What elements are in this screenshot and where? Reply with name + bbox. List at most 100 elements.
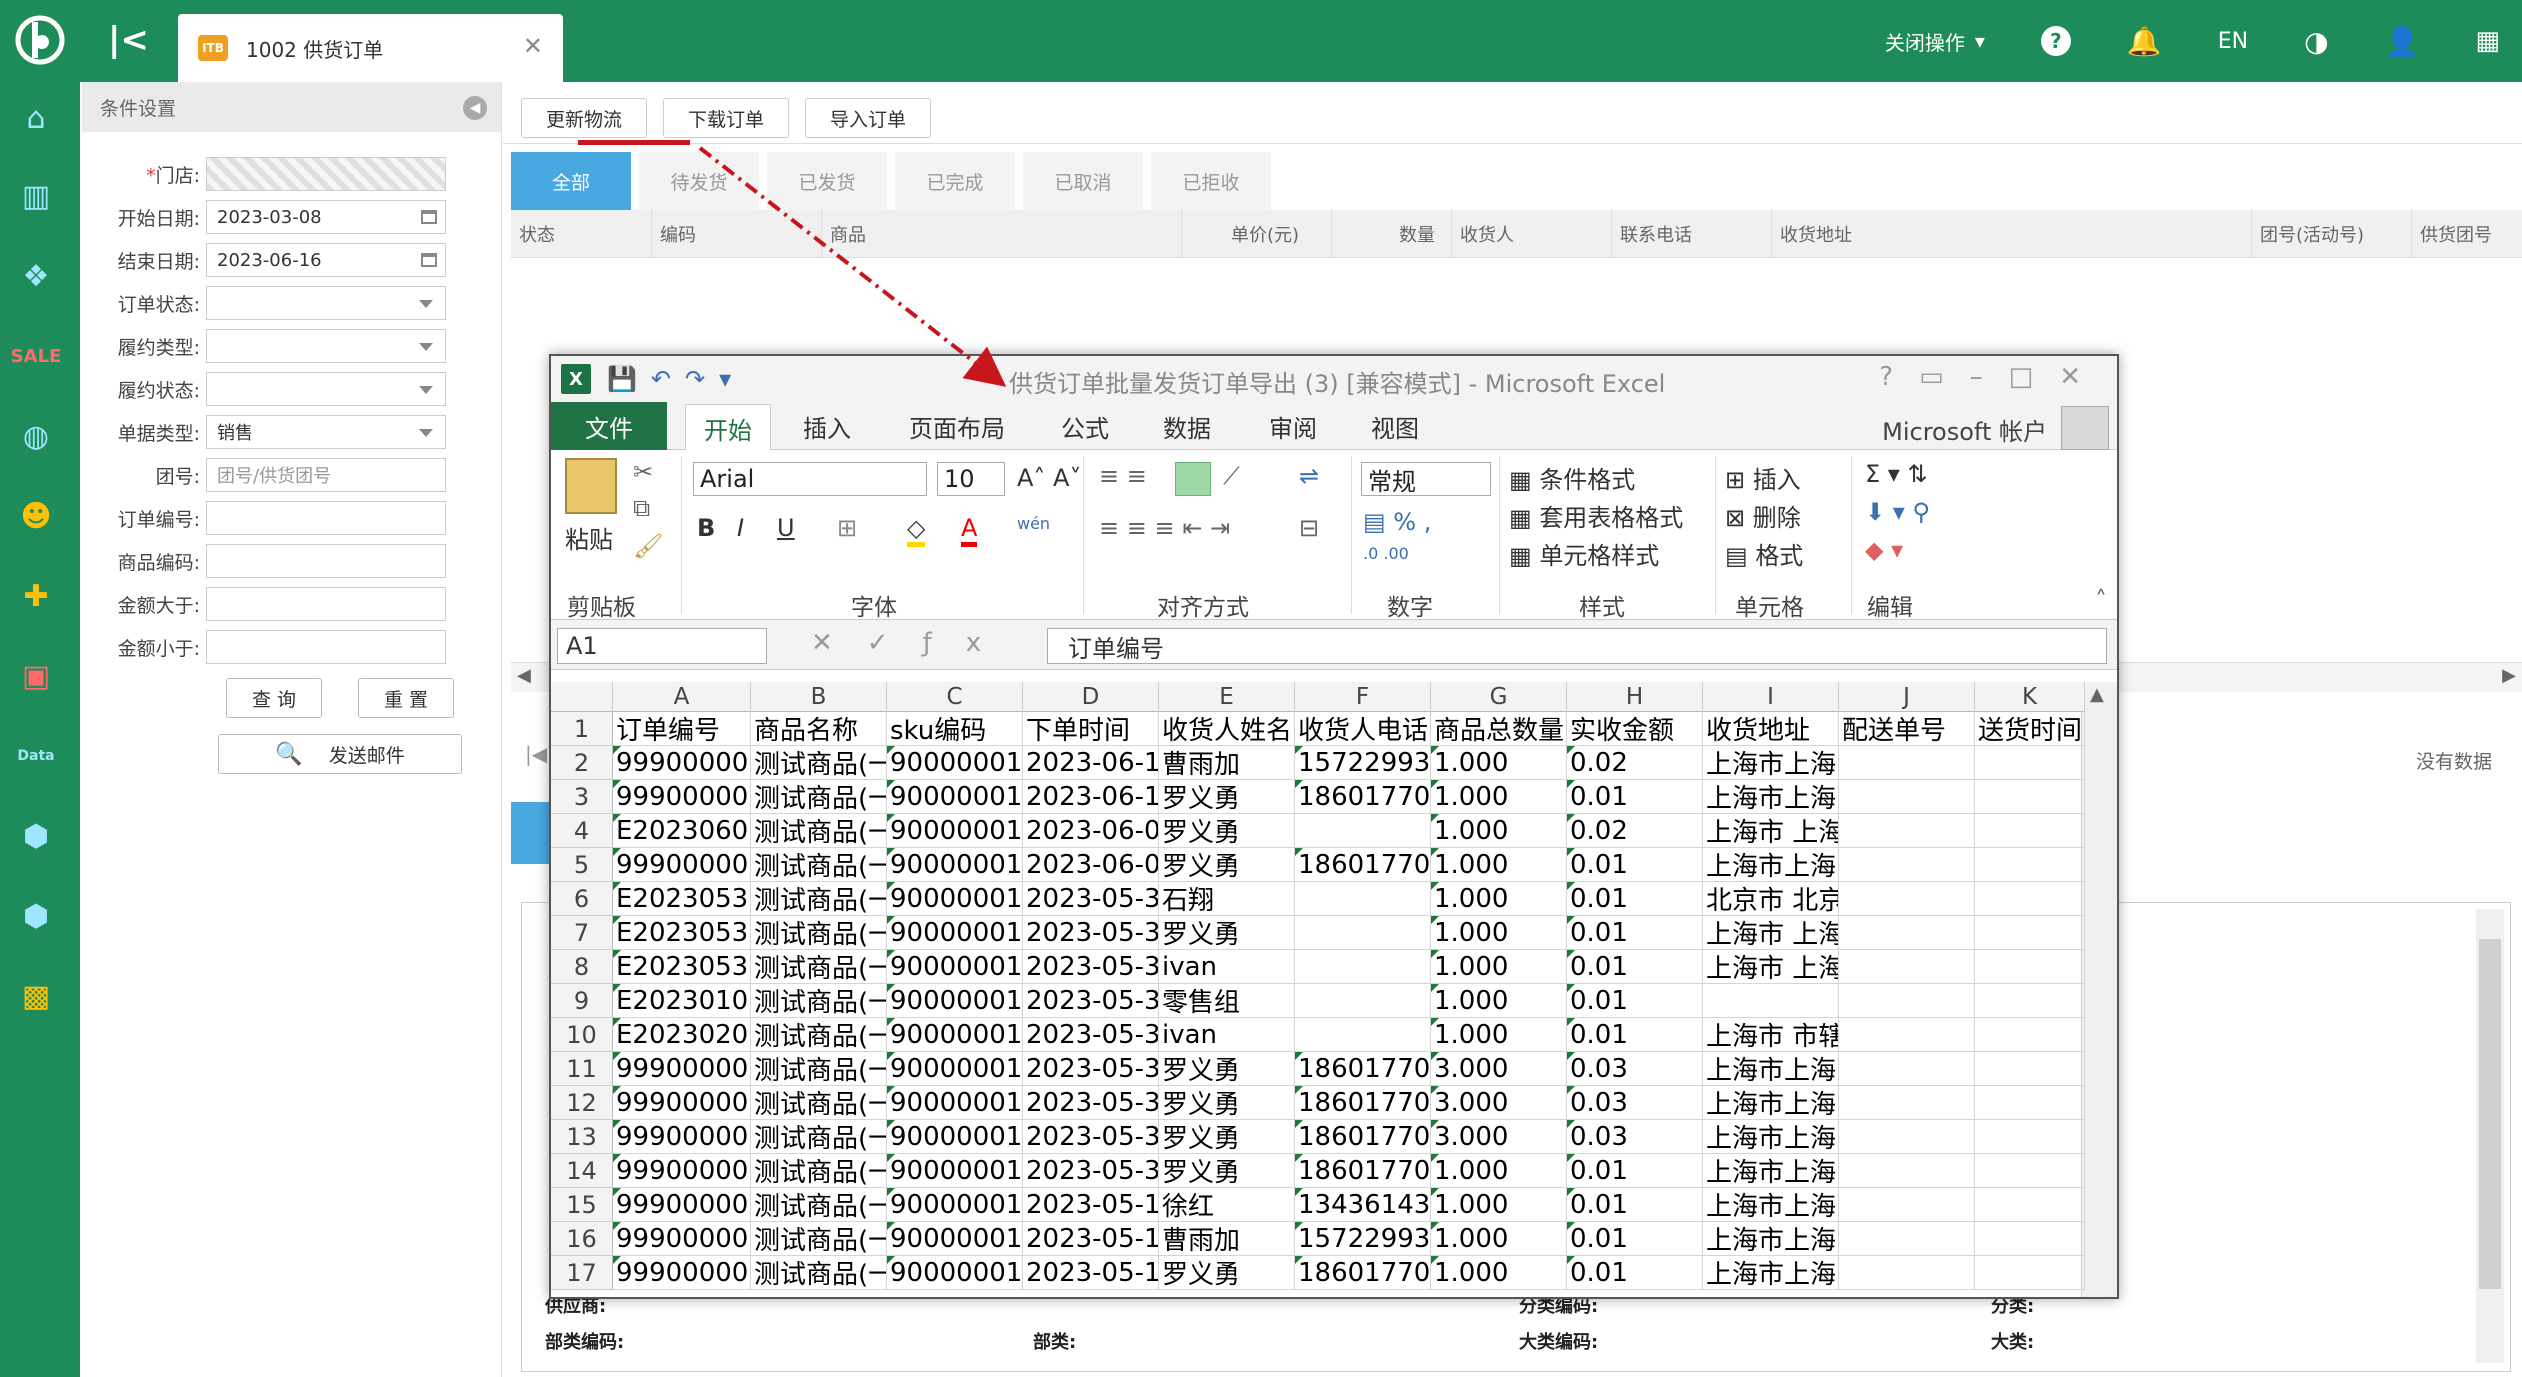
sheet-cell[interactable]: 测试商品(一: [751, 814, 887, 848]
menu-review[interactable]: 审阅: [1269, 402, 1317, 450]
sheet-cell[interactable]: 1.000: [1431, 1222, 1567, 1256]
sheet-cell[interactable]: 测试商品(一: [751, 1154, 887, 1188]
sheet-cell[interactable]: [1975, 780, 2085, 814]
header-cell[interactable]: 订单编号: [613, 712, 751, 746]
col-phone[interactable]: 联系电话: [1611, 210, 1771, 258]
tab-supply-order[interactable]: ITB 1002 供货订单 ✕: [178, 14, 563, 82]
globe-icon[interactable]: ◍: [16, 418, 56, 454]
menu-data[interactable]: 数据: [1163, 402, 1211, 450]
sheet-cell[interactable]: 1.000: [1431, 984, 1567, 1018]
sheet-cell[interactable]: 999000002: [613, 1188, 751, 1222]
sheet-cell[interactable]: 2023-05-17: [1023, 1256, 1159, 1290]
col-receiver[interactable]: 收货人: [1451, 210, 1611, 258]
sheet-vertical-scrollbar[interactable]: ▲: [2081, 682, 2117, 1297]
sheet-cell[interactable]: 测试商品(一: [751, 1052, 887, 1086]
person-icon[interactable]: ☻: [16, 498, 56, 534]
app-grid-icon[interactable]: ▦: [2475, 26, 2500, 56]
grow-font-icon[interactable]: A˄ A˅: [1017, 464, 1081, 492]
sheet-cell[interactable]: 0.01: [1567, 950, 1703, 984]
query-button[interactable]: 查 询: [226, 678, 322, 718]
header-cell[interactable]: 收货人电话: [1295, 712, 1431, 746]
sheet-cell[interactable]: 999000002: [613, 1154, 751, 1188]
sheet-cell[interactable]: 900000010: [887, 848, 1023, 882]
hexagon-icon-2[interactable]: ⬢: [16, 898, 56, 934]
theme-icon[interactable]: ◑: [2304, 25, 2328, 58]
sheet-cell[interactable]: 900000010: [887, 1120, 1023, 1154]
sheet-cell[interactable]: [1975, 1018, 2085, 1052]
row-header[interactable]: 13: [551, 1120, 613, 1154]
home-icon[interactable]: ⌂: [16, 100, 56, 136]
scroll-left-icon[interactable]: ◀: [517, 665, 531, 686]
collapse-ribbon-icon[interactable]: ˄: [2095, 586, 2107, 614]
collapse-panel-icon[interactable]: ◀: [463, 96, 487, 120]
hexagon-icon[interactable]: ⬢: [16, 818, 56, 854]
sheet-cell[interactable]: [1839, 1154, 1975, 1188]
amount-gt-input[interactable]: [206, 587, 446, 621]
sheet-cell[interactable]: 2023-06-06: [1023, 814, 1159, 848]
paste-icon[interactable]: [565, 458, 617, 514]
conditional-format-button[interactable]: ▦ 条件格式: [1509, 460, 1635, 495]
sheet-cell[interactable]: 测试商品(一: [751, 916, 887, 950]
sheet-cell[interactable]: 罗义勇: [1159, 848, 1295, 882]
sheet-cell[interactable]: 零售组: [1159, 984, 1295, 1018]
help-icon[interactable]: ?: [2040, 26, 2071, 56]
sheet-cell[interactable]: [1295, 1018, 1431, 1052]
sheet-cell[interactable]: [1295, 984, 1431, 1018]
sheet-cell[interactable]: 上海市上海: [1703, 1222, 1839, 1256]
sheet-cell[interactable]: 上海市上海: [1703, 780, 1839, 814]
row-header[interactable]: 15: [551, 1188, 613, 1222]
sheet-cell[interactable]: 999000002: [613, 1256, 751, 1290]
sheet-cell[interactable]: 0.03: [1567, 1120, 1703, 1154]
sheet-cell[interactable]: [1839, 780, 1975, 814]
sheet-cell[interactable]: 2023-05-31: [1023, 1052, 1159, 1086]
sheet-cell[interactable]: 0.01: [1567, 780, 1703, 814]
sheet-cell[interactable]: 900000010: [887, 1086, 1023, 1120]
gift-icon[interactable]: ✚: [16, 578, 56, 614]
sheet-cell[interactable]: 上海市 上海: [1703, 814, 1839, 848]
wrap-text-icon[interactable]: ⇌: [1299, 462, 1319, 490]
calendar-icon[interactable]: [421, 253, 437, 267]
user-icon[interactable]: 👤: [2385, 25, 2420, 58]
quick-access-icons[interactable]: 💾↶↷▾: [607, 365, 745, 393]
sheet-cell[interactable]: 0.01: [1567, 882, 1703, 916]
sheet-cell[interactable]: 2023-05-18: [1023, 1222, 1159, 1256]
sheet-cell[interactable]: 北京市 北京: [1703, 882, 1839, 916]
file-tab[interactable]: 文件: [551, 402, 667, 450]
column-header-K[interactable]: K: [1975, 682, 2085, 712]
sheet-cell[interactable]: [1975, 814, 2085, 848]
formula-icons[interactable]: ✕✓ƒx: [811, 628, 1015, 658]
header-cell[interactable]: sku编码: [887, 712, 1023, 746]
sheet-cell[interactable]: [1295, 916, 1431, 950]
sheet-cell[interactable]: 0.02: [1567, 746, 1703, 780]
sheet-cell[interactable]: 1.000: [1431, 1188, 1567, 1222]
sheet-cell[interactable]: [1839, 950, 1975, 984]
number-format-box[interactable]: 常规: [1361, 462, 1491, 496]
sheet-cell[interactable]: 测试商品(一: [751, 780, 887, 814]
header-cell[interactable]: 下单时间: [1023, 712, 1159, 746]
sheet-cell[interactable]: 0.03: [1567, 1086, 1703, 1120]
close-operations-dropdown[interactable]: 关闭操作 ▾: [1885, 27, 1985, 56]
fulfill-status-select[interactable]: [206, 372, 446, 406]
sheet-cell[interactable]: 3.000: [1431, 1120, 1567, 1154]
sheet-cell[interactable]: E20230606: [613, 814, 751, 848]
end-date-input[interactable]: 2023-06-16: [206, 243, 446, 277]
sheet-cell[interactable]: 罗义勇: [1159, 916, 1295, 950]
sheet-cell[interactable]: [1295, 882, 1431, 916]
account-avatar[interactable]: [2061, 406, 2109, 450]
sheet-cell[interactable]: 罗义勇: [1159, 814, 1295, 848]
sheet-cell[interactable]: 999000002: [613, 1086, 751, 1120]
sheet-cell[interactable]: 900000010: [887, 1018, 1023, 1052]
phonetic-icon[interactable]: wén: [1017, 514, 1050, 533]
sheet-cell[interactable]: 900000010: [887, 746, 1023, 780]
sheet-cell[interactable]: 1.000: [1431, 814, 1567, 848]
start-date-input[interactable]: 2023-03-08: [206, 200, 446, 234]
sheet-cell[interactable]: 2023-06-06: [1023, 848, 1159, 882]
sheet-cell[interactable]: 2023-05-31: [1023, 1154, 1159, 1188]
sheet-cell[interactable]: [1839, 1120, 1975, 1154]
insert-cells-button[interactable]: ⊞ 插入: [1725, 460, 1801, 495]
order-no-input[interactable]: [206, 501, 446, 535]
header-cell[interactable]: 送货时间: [1975, 712, 2085, 746]
sheet-cell[interactable]: E20230531: [613, 916, 751, 950]
calendar-icon[interactable]: [421, 210, 437, 224]
sheet-cell[interactable]: 999000002: [613, 1222, 751, 1256]
